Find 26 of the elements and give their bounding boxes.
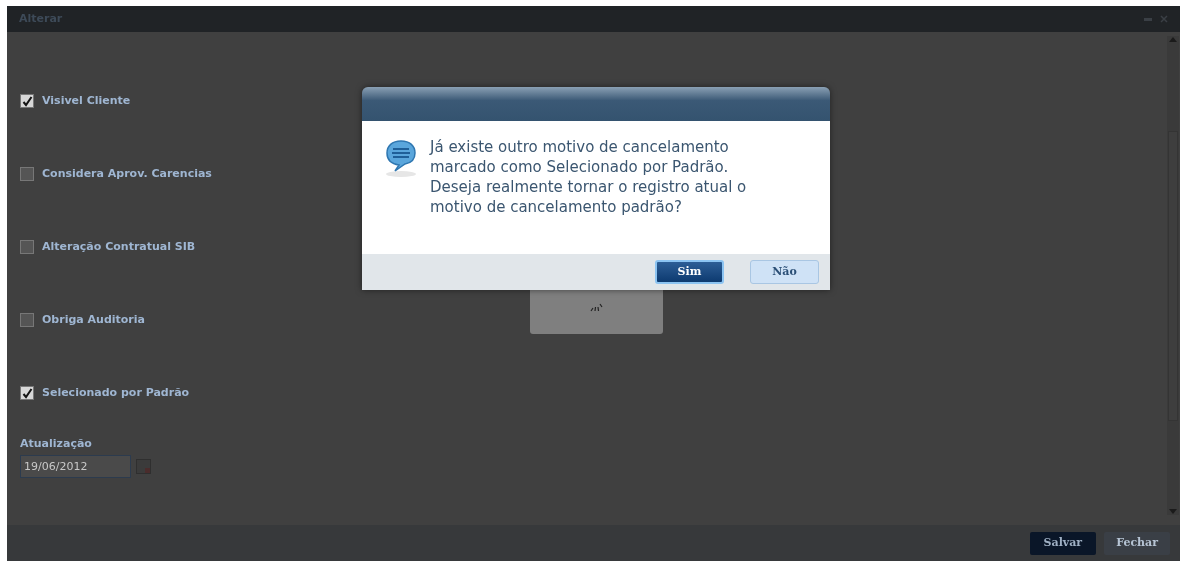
speech-bubble-icon [384, 138, 418, 180]
spinner-icon [588, 302, 605, 312]
checkbox-label: Considera Aprov. Carencias [42, 165, 212, 182]
date-label: Atualização [20, 436, 92, 452]
calendar-icon[interactable] [136, 458, 151, 474]
save-button[interactable]: Salvar [1029, 531, 1097, 555]
checkbox-label: Obriga Auditoria [42, 311, 145, 328]
check-icon [21, 95, 33, 107]
checkbox[interactable] [20, 240, 34, 254]
scroll-up-icon[interactable] [1169, 36, 1177, 42]
no-button[interactable]: Não [750, 260, 819, 284]
checkbox-label: Selecionado por Padrão [42, 384, 190, 401]
dialog-message: Já existe outro motivo de cancelamento marcado como Selecionado por Padrão. Deseja realmente tornar o registro atual o motivo de cancelamento padrão? [430, 137, 748, 218]
checkbox[interactable] [20, 167, 34, 181]
date-field[interactable]: 19/06/2012 [20, 454, 131, 478]
checkbox[interactable] [20, 313, 34, 327]
checkbox-label: Alteração Contratual SIB [42, 238, 196, 255]
close-icon[interactable] [1160, 15, 1168, 23]
checkbox[interactable] [20, 386, 34, 400]
checkbox[interactable] [20, 94, 34, 108]
yes-button[interactable]: Sim [655, 260, 724, 284]
scroll-down-icon[interactable] [1169, 509, 1177, 515]
checkbox-label: Visivel Cliente [42, 92, 131, 109]
scrollbar[interactable] [1167, 36, 1179, 515]
check-icon [21, 387, 33, 399]
close-button[interactable]: Fechar [1104, 531, 1170, 555]
